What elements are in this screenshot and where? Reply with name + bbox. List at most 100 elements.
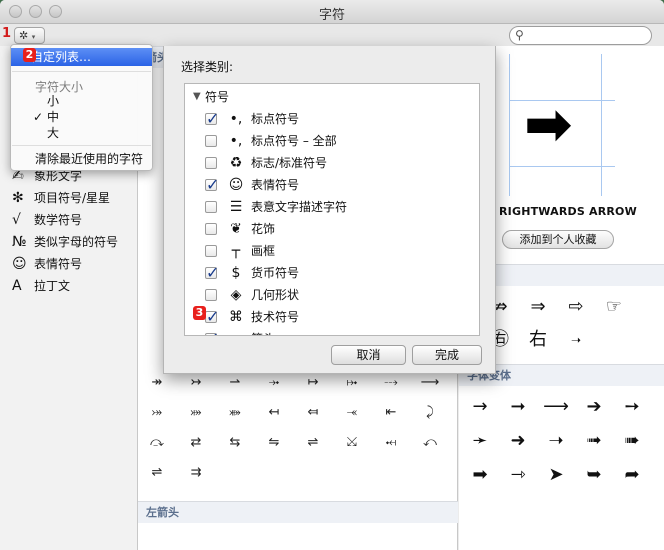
checkmark-icon: ✓ [206,307,220,326]
menu-item-label: 中 [47,110,60,124]
font-variant-char[interactable]: ⇾ [499,460,537,490]
category-checkbox[interactable] [205,201,217,213]
sidebar-item-math[interactable]: √ 数学符号 [12,210,82,230]
category-label: 标点符号 – 全部 [251,134,337,148]
font-variant-char[interactable]: ➔ [575,392,613,422]
category-checkbox[interactable] [205,245,217,257]
font-variant-char[interactable]: ➛ [461,426,499,456]
list-item[interactable]: ❦ 花饰 [185,218,479,240]
grid-char[interactable]: ⤺ [411,430,449,456]
grid-char[interactable]: ⤼ [138,430,176,456]
font-variant-char[interactable]: ➥ [575,460,613,490]
font-variant-char[interactable]: ➞ [499,392,537,422]
annotation-marker-1: 1 [2,26,12,41]
related-char[interactable]: ☞ [595,292,633,322]
sidebar-item-bullets-stars[interactable]: ✻ 项目符号/星星 [12,188,110,208]
sidebar-item-label: 数学符号 [34,213,83,227]
category-symbol-icon: •, [229,133,243,149]
checkmark-icon: ✓ [206,175,220,194]
list-item[interactable]: •, 标点符号 – 全部 [185,130,479,152]
grid-char[interactable]: ⇌ [138,460,176,486]
list-item[interactable]: ✓ → 箭头 [185,328,479,335]
disclosure-triangle-icon[interactable]: ▼ [193,86,201,108]
menu-item-clear-recent[interactable]: 清除最近使用的字符 [11,150,152,168]
list-item[interactable]: ┬ 画框 [185,240,479,262]
list-item[interactable]: ✓ ☺ 表情符号 [185,174,479,196]
category-checkbox[interactable] [205,289,217,301]
grid-char[interactable]: ⇤ [372,400,410,426]
arrow-icon: → [225,328,247,335]
font-variant-char[interactable]: ➙ [613,392,651,422]
grid-char[interactable]: ⇋ [255,430,293,456]
cancel-button[interactable]: 取消 [331,345,406,365]
menu-item-label: 自定列表… [31,50,92,64]
category-label: 表意文字描述字符 [251,200,348,214]
category-checkbox[interactable]: ✓ [205,263,219,282]
group-row-symbols[interactable]: ▼ 符号 [185,86,479,108]
add-to-favorites-button[interactable]: 添加到个人收藏 [502,230,614,249]
font-variant-char[interactable]: ➜ [499,426,537,456]
floral-heart-icon: ❦ [230,221,242,237]
category-checkbox[interactable]: ✓ [205,175,219,194]
grid-char[interactable]: ↤ [255,400,293,426]
group-label: 符号 [205,90,230,104]
font-variant-char[interactable]: ➤ [537,460,575,490]
list-item[interactable]: ♻ 标志/标准符号 [185,152,479,174]
menu-item-size-large[interactable]: 大 [11,124,152,142]
box-drawing-icon: ┬ [231,243,241,259]
chevron-down-icon: ▾ [31,33,36,41]
grid-char[interactable]: ⇆ [216,430,254,456]
category-checkbox[interactable]: ✓ [205,329,219,335]
sidebar-item-emoji[interactable]: ☺ 表情符号 [12,254,82,274]
grid-char[interactable]: ⤩ [333,430,371,456]
sidebar-item-latin[interactable]: A 拉丁文 [12,276,70,296]
font-variant-char[interactable]: → [461,392,499,422]
sidebar-item-label: 拉丁文 [34,279,71,293]
category-checkbox[interactable] [205,223,217,235]
grid-char[interactable]: ⤆ [294,400,332,426]
category-checkbox[interactable]: ✓ [205,307,219,326]
category-checkbox[interactable]: ✓ [205,109,219,128]
grid-char[interactable]: ⤘ [216,400,254,426]
grid-char[interactable]: ⤛ [333,400,371,426]
category-label: 货币符号 [251,266,300,280]
recycle-icon: ♻ [229,155,243,171]
grid-char[interactable]: ⇌ [294,430,332,456]
grid-char[interactable]: ⤟ [372,430,410,456]
grid-char[interactable]: ⇄ [177,430,215,456]
category-label: 标志/标准符号 [251,156,328,170]
related-char[interactable]: ⇨ [557,292,595,322]
font-variant-char[interactable]: ➝ [537,426,575,456]
grid-char[interactable]: ⤖ [138,400,176,426]
font-variant-char[interactable]: ➟ [575,426,613,456]
smiley-icon: ☺ [12,256,27,272]
sheet-title: 选择类别: [181,60,234,74]
list-item[interactable]: ◈ 几何形状 [185,284,479,306]
done-button[interactable]: 完成 [412,345,482,365]
list-item[interactable]: ✓ •, 标点符号 [185,108,479,130]
sidebar-item-label: 象形文字 [34,169,83,183]
font-variant-char[interactable]: ⟶ [537,392,575,422]
category-checkbox[interactable] [205,157,217,169]
grid-char[interactable]: ⤸ [411,400,449,426]
grid-char[interactable]: ⤗ [177,400,215,426]
font-variant-char[interactable]: ➦ [613,460,651,490]
related-char[interactable]: 右 [519,325,557,355]
search-field[interactable]: ⚲ [509,26,652,45]
action-menu-button[interactable]: ✲ ▾ [14,27,45,44]
category-label: 画框 [251,244,276,258]
title-bar: 字符 [0,0,664,24]
list-item[interactable]: ✓ $ 货币符号 [185,262,479,284]
list-item[interactable]: ☰ 表意文字描述字符 [185,196,479,218]
list-item[interactable]: ✓ ⌘ 技术符号 [185,306,479,328]
category-checkbox[interactable] [205,135,217,147]
category-label: 花饰 [251,222,276,236]
font-variant-char[interactable]: ➠ [613,426,651,456]
related-char[interactable]: ➝ [557,325,595,355]
grid-char[interactable]: ⇉ [177,460,215,486]
font-variant-char[interactable]: ➡ [461,460,499,490]
sidebar-item-letterlike[interactable]: № 类似字母的符号 [12,232,118,252]
sidebar-item-label: 项目符号/星星 [34,191,111,205]
related-char[interactable]: ⇒ [519,292,557,322]
checkmark-icon: ✓ [206,263,220,282]
